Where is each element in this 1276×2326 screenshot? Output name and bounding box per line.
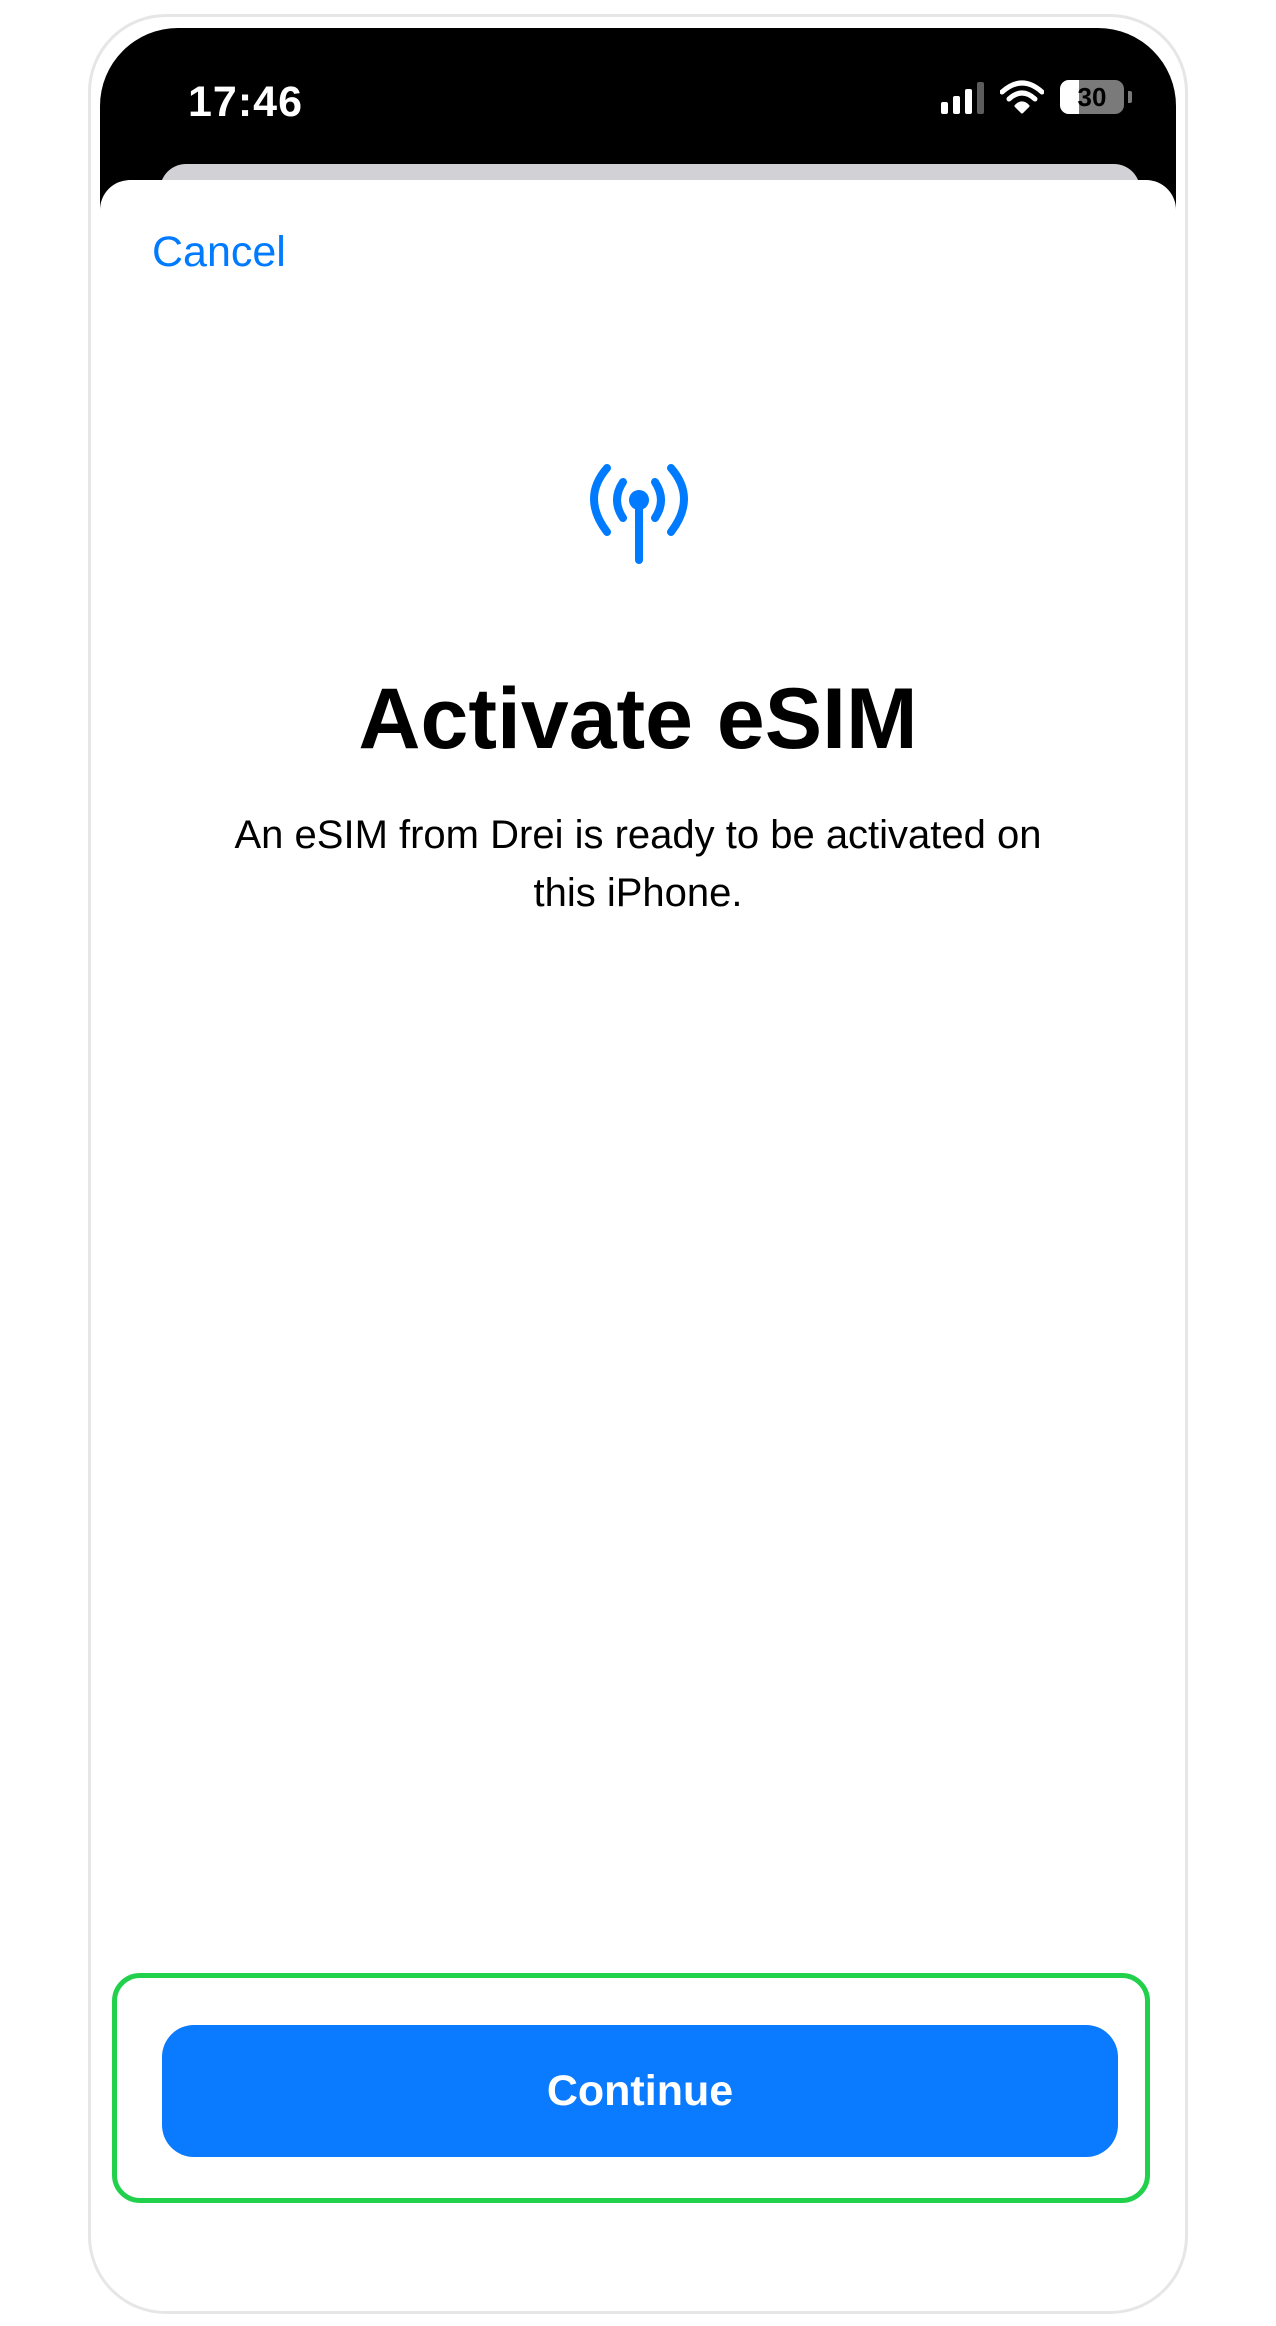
battery-tip	[1128, 91, 1132, 103]
page-title: Activate eSIM	[358, 671, 918, 767]
battery-icon: 30	[1060, 80, 1124, 114]
antenna-signal-icon	[590, 464, 688, 564]
cellular-signal-icon	[941, 80, 984, 114]
status-icons: 30	[941, 80, 1132, 114]
battery-level: 30	[1077, 82, 1107, 112]
wifi-icon	[1000, 80, 1044, 114]
status-time: 17:46	[188, 78, 303, 126]
continue-button[interactable]: Continue	[162, 2025, 1118, 2157]
cancel-button[interactable]: Cancel	[152, 228, 286, 277]
activate-esim-sheet: Cancel Activate eSIM An eSIM from Drei i…	[100, 180, 1176, 2311]
page-description: An eSIM from Drei is ready to be activat…	[234, 813, 1042, 915]
phone-frame: 17:46 30 Cancel Activate eSIM An eSIM fr…	[88, 14, 1188, 2314]
